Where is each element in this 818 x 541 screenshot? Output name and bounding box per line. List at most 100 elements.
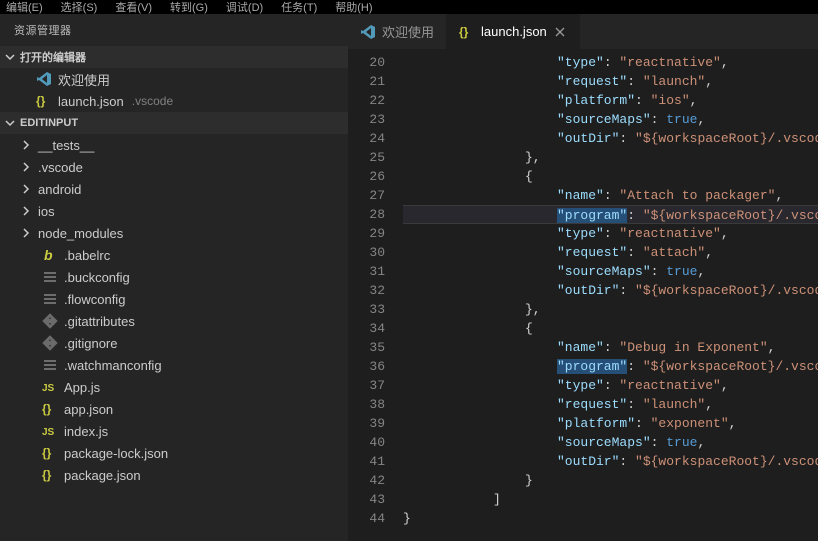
code-line[interactable]: "program": "${workspaceRoot}/.vscode/lau… xyxy=(403,205,818,224)
code-line[interactable]: "type": "reactnative", xyxy=(403,376,818,395)
line-number: 25 xyxy=(348,148,385,167)
file-item[interactable]: {}package.json xyxy=(0,464,348,486)
folder-item[interactable]: .vscode xyxy=(0,156,348,178)
file-item[interactable]: JS index.js xyxy=(0,420,348,442)
code-line[interactable]: { xyxy=(403,319,818,338)
menu-item[interactable]: 选择(S) xyxy=(61,0,98,14)
line-number: 38 xyxy=(348,395,385,414)
code-line[interactable]: "platform": "ios", xyxy=(403,91,818,110)
svg-text:{}: {} xyxy=(42,446,52,460)
git-icon xyxy=(42,313,58,329)
editor-tab[interactable]: {} launch.json xyxy=(447,14,580,49)
tab-label: launch.json xyxy=(481,24,547,39)
babel-icon: b xyxy=(42,247,58,263)
file-item[interactable]: b .babelrc xyxy=(0,244,348,266)
code-line[interactable]: "sourceMaps": true, xyxy=(403,433,818,452)
code-content[interactable]: "type": "reactnative","request": "launch… xyxy=(403,49,818,541)
editor-tabs: 欢迎使用 {} launch.json xyxy=(348,14,818,49)
file-label: .babelrc xyxy=(64,248,110,263)
tab-label: 欢迎使用 xyxy=(382,22,434,41)
code-line[interactable]: "type": "reactnative", xyxy=(403,53,818,72)
folder-item[interactable]: ios xyxy=(0,200,348,222)
file-label: 欢迎使用 xyxy=(58,70,110,89)
open-editors-label: 打开的编辑器 xyxy=(20,49,86,65)
line-number: 40 xyxy=(348,433,385,452)
line-number: 21 xyxy=(348,72,385,91)
file-label: package-lock.json xyxy=(64,446,168,461)
line-number: 24 xyxy=(348,129,385,148)
json-icon: {} xyxy=(42,401,58,417)
file-item[interactable]: .gitignore xyxy=(0,332,348,354)
code-line[interactable]: "type": "reactnative", xyxy=(403,224,818,243)
file-label: App.js xyxy=(64,380,100,395)
file-item[interactable]: .gitattributes xyxy=(0,310,348,332)
code-view[interactable]: 2021222324252627282930313233343536373839… xyxy=(348,49,818,541)
json-icon: {} xyxy=(42,445,58,461)
folder-item[interactable]: android xyxy=(0,178,348,200)
open-editors-header[interactable]: 打开的编辑器 xyxy=(0,46,348,68)
code-line[interactable]: "outDir": "${workspaceRoot}/.vscode/.rea… xyxy=(403,129,818,148)
folder-item[interactable]: __tests__ xyxy=(0,134,348,156)
folder-label: __tests__ xyxy=(38,138,94,153)
code-line[interactable]: { xyxy=(403,167,818,186)
code-line[interactable]: "sourceMaps": true, xyxy=(403,110,818,129)
line-number: 36 xyxy=(348,357,385,376)
code-line[interactable]: "name": "Debug in Exponent", xyxy=(403,338,818,357)
file-item[interactable]: {}app.json xyxy=(0,398,348,420)
code-line[interactable]: "platform": "exponent", xyxy=(403,414,818,433)
file-label: index.js xyxy=(64,424,108,439)
editor-tab[interactable]: 欢迎使用 xyxy=(348,14,447,49)
svg-text:JS: JS xyxy=(42,427,55,438)
menu-item[interactable]: 查看(V) xyxy=(115,0,152,14)
open-editors-list: 欢迎使用{}launch.json.vscode xyxy=(0,68,348,112)
js-icon: JS xyxy=(42,379,58,395)
line-number: 34 xyxy=(348,319,385,338)
file-label: .watchmanconfig xyxy=(64,358,162,373)
file-item[interactable]: .watchmanconfig xyxy=(0,354,348,376)
line-number: 30 xyxy=(348,243,385,262)
file-item[interactable]: .flowconfig xyxy=(0,288,348,310)
file-item[interactable]: {} package-lock.json xyxy=(0,442,348,464)
code-line[interactable]: }, xyxy=(403,300,818,319)
open-editor-item[interactable]: {}launch.json.vscode xyxy=(0,90,348,112)
svg-text:{}: {} xyxy=(36,94,46,108)
menubar: 编辑(E) 选择(S) 查看(V) 转到(G) 调试(D) 任务(T) 帮助(H) xyxy=(0,0,818,14)
menu-item[interactable]: 帮助(H) xyxy=(335,0,372,14)
code-line[interactable]: "request": "launch", xyxy=(403,72,818,91)
file-label: .buckconfig xyxy=(64,270,130,285)
code-line[interactable]: "sourceMaps": true, xyxy=(403,262,818,281)
file-item[interactable]: .buckconfig xyxy=(0,266,348,288)
code-line[interactable]: } xyxy=(403,471,818,490)
line-number: 27 xyxy=(348,186,385,205)
code-line[interactable]: ] xyxy=(403,490,818,509)
code-line[interactable]: "name": "Attach to packager", xyxy=(403,186,818,205)
file-label: launch.json xyxy=(58,94,124,109)
code-line[interactable]: "outDir": "${workspaceRoot}/.vscode/.rea… xyxy=(403,452,818,471)
file-item[interactable]: JS App.js xyxy=(0,376,348,398)
folder-label: node_modules xyxy=(38,226,123,241)
code-line[interactable]: "request": "attach", xyxy=(403,243,818,262)
folder-label: ios xyxy=(38,204,55,219)
code-line[interactable]: "outDir": "${workspaceRoot}/.vscode/.rea… xyxy=(403,281,818,300)
code-line[interactable]: } xyxy=(403,509,818,528)
code-line[interactable]: "program": "${workspaceRoot}/.vscode/lau… xyxy=(403,357,818,376)
line-number: 37 xyxy=(348,376,385,395)
close-icon[interactable] xyxy=(553,25,567,39)
project-header[interactable]: EDITINPUT xyxy=(0,112,348,134)
menu-item[interactable]: 任务(T) xyxy=(281,0,317,14)
explorer-title: 资源管理器 xyxy=(0,14,348,46)
line-number: 28 xyxy=(348,205,385,224)
line-number: 23 xyxy=(348,110,385,129)
menu-item[interactable]: 编辑(E) xyxy=(6,0,43,14)
open-editor-item[interactable]: 欢迎使用 xyxy=(0,68,348,90)
menu-item[interactable]: 转到(G) xyxy=(170,0,208,14)
folder-item[interactable]: node_modules xyxy=(0,222,348,244)
json-icon: {} xyxy=(459,24,475,40)
chevron-right-icon xyxy=(20,205,32,217)
menu-item[interactable]: 调试(D) xyxy=(226,0,263,14)
code-line[interactable]: }, xyxy=(403,148,818,167)
svg-text:JS: JS xyxy=(42,383,55,394)
code-line[interactable]: "request": "launch", xyxy=(403,395,818,414)
line-number: 43 xyxy=(348,490,385,509)
project-name: EDITINPUT xyxy=(20,117,78,129)
